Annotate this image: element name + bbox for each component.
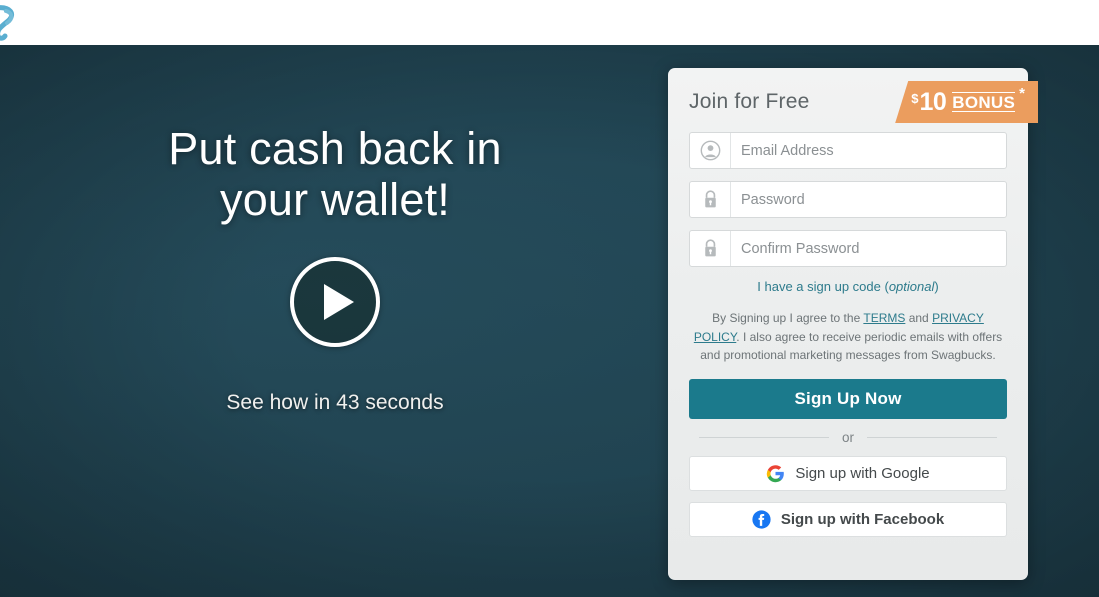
google-icon [766,464,785,483]
email-field-row[interactable] [689,132,1007,169]
video-play-button[interactable] [290,257,380,347]
hero-headline-line1: Put cash back in [168,123,502,174]
divider-label: or [842,429,855,445]
user-icon [690,133,731,168]
google-button-label: Sign up with Google [795,464,930,482]
signup-code-link-optional: optional [888,279,935,294]
facebook-icon [752,509,771,529]
divider-line-right [867,436,998,438]
bonus-word: BONUS [952,92,1016,112]
legal-part3: . I also agree to receive periodic email… [700,329,1003,363]
bonus-badge: $ 10 BONUS * [895,81,1038,123]
swagbucks-logo-icon[interactable] [0,2,26,42]
password-input[interactable] [731,182,1006,217]
hero-copy: Put cash back in your wallet! See how in… [0,45,670,597]
signup-panel: Join for Free $ 10 BONUS * Email Address… [668,68,1038,580]
bonus-currency: $ [911,91,919,106]
lock-icon [690,182,731,217]
facebook-button-label: Sign up with Facebook [780,510,945,528]
hero-headline: Put cash back in your wallet! [120,123,550,225]
signup-panel-header: Join for Free $ 10 BONUS * [689,81,1038,132]
bonus-asterisk: * [1019,85,1025,102]
signup-code-link-text: I have a sign up code ( [757,279,889,294]
divider-row: or [689,430,1007,445]
signup-code-link-close: ) [934,279,939,294]
password-field-row[interactable] [689,181,1007,218]
email-input[interactable] [731,133,1006,168]
hero-headline-line2: your wallet! [220,174,450,225]
sign-up-google-button[interactable]: Sign up with Google [689,455,1007,491]
confirm-password-field-row[interactable] [689,230,1007,267]
terms-link[interactable]: TERMS [863,311,905,325]
confirm-password-input[interactable] [731,231,1006,266]
legal-part2: and [905,311,933,325]
lock-icon [690,231,731,266]
play-icon [323,284,354,320]
legal-text: By Signing up I agree to the TERMS and P… [689,309,1007,365]
bonus-amount: 10 [919,87,947,116]
sign-up-facebook-button[interactable]: Sign up with Facebook [689,501,1007,537]
sign-up-now-button[interactable]: Sign Up Now [689,378,1007,419]
site-header [0,0,1099,45]
divider-line-left [699,436,829,438]
legal-part1: By Signing up I agree to the [712,311,864,325]
signup-code-link[interactable]: I have a sign up code (optional) [689,279,1007,294]
hero-subtitle: See how in 43 seconds [226,391,444,414]
